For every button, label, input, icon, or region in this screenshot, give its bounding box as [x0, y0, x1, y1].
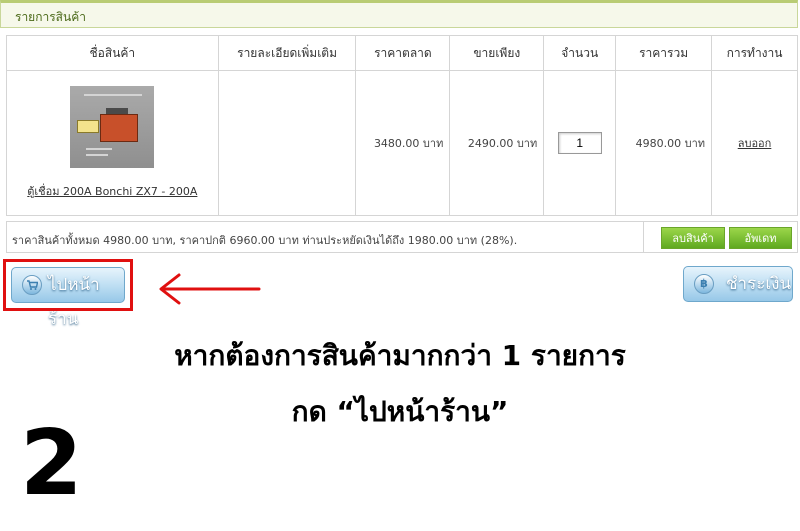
quantity-input[interactable]: [557, 132, 602, 154]
welder-machine-shape: [100, 114, 139, 142]
column-header-market-price: ราคาตลาด: [355, 35, 451, 71]
details-cell: [217, 70, 357, 216]
total-cell: 4980.00 บาท: [615, 70, 713, 216]
highlight-box: [3, 259, 133, 311]
instruction-line-1: หากต้องการสินค้ามากกว่า 1 รายการ: [174, 339, 626, 372]
column-header-action: การทำงาน: [711, 35, 798, 71]
column-header-name: ชื่อสินค้า: [6, 35, 219, 71]
image-text-line: [86, 148, 113, 150]
product-image[interactable]: [70, 86, 155, 168]
step-number: 2: [20, 411, 83, 516]
section-header: รายการสินค้า: [0, 0, 798, 28]
action-cell: ลบออก: [711, 70, 798, 216]
market-price-cell: 3480.00 บาท: [355, 70, 451, 216]
product-name-link[interactable]: ตู้เชื่อม 200A Bonchi ZX7 - 200A: [27, 185, 197, 198]
section-title: รายการสินค้า: [15, 10, 86, 24]
image-text-line: [86, 154, 109, 156]
column-header-sale-price: ขายเพียง: [449, 35, 545, 71]
instruction-line-2: กด “ไปหน้าร้าน”: [291, 395, 509, 428]
column-header-total: ราคารวม: [615, 35, 713, 71]
column-header-details: รายละเอียดเพิ่มเติม: [217, 35, 357, 71]
update-button[interactable]: อัพเดท: [729, 227, 792, 249]
cart-summary: ราคาสินค้าทั้งหมด 4980.00 บาท, ราคาปกติ …: [6, 221, 798, 253]
price-tag-shape: [77, 120, 100, 133]
remove-products-button[interactable]: ลบสินค้า: [661, 227, 725, 249]
checkout-button[interactable]: ฿ ชำระเงิน: [683, 266, 793, 302]
cart-table: ชื่อสินค้า รายละเอียดเพิ่มเติม ราคาตลาด …: [6, 35, 798, 216]
summary-divider: [643, 222, 644, 252]
red-arrow-icon: [159, 273, 261, 305]
checkout-label: ชำระเงิน: [726, 274, 792, 294]
sale-price-cell: 2490.00 บาท: [449, 70, 545, 216]
remove-item-link[interactable]: ลบออก: [738, 137, 772, 150]
quantity-cell: [543, 70, 617, 216]
baht-icon: ฿: [694, 274, 714, 294]
table-header-row: ชื่อสินค้า รายละเอียดเพิ่มเติม ราคาตลาด …: [6, 35, 798, 71]
image-text-line: [84, 94, 143, 96]
summary-text: ราคาสินค้าทั้งหมด 4980.00 บาท, ราคาปกติ …: [12, 234, 518, 247]
column-header-quantity: จำนวน: [543, 35, 617, 71]
product-cell: ตู้เชื่อม 200A Bonchi ZX7 - 200A: [6, 70, 219, 216]
table-row: ตู้เชื่อม 200A Bonchi ZX7 - 200A 3480.00…: [6, 70, 798, 216]
